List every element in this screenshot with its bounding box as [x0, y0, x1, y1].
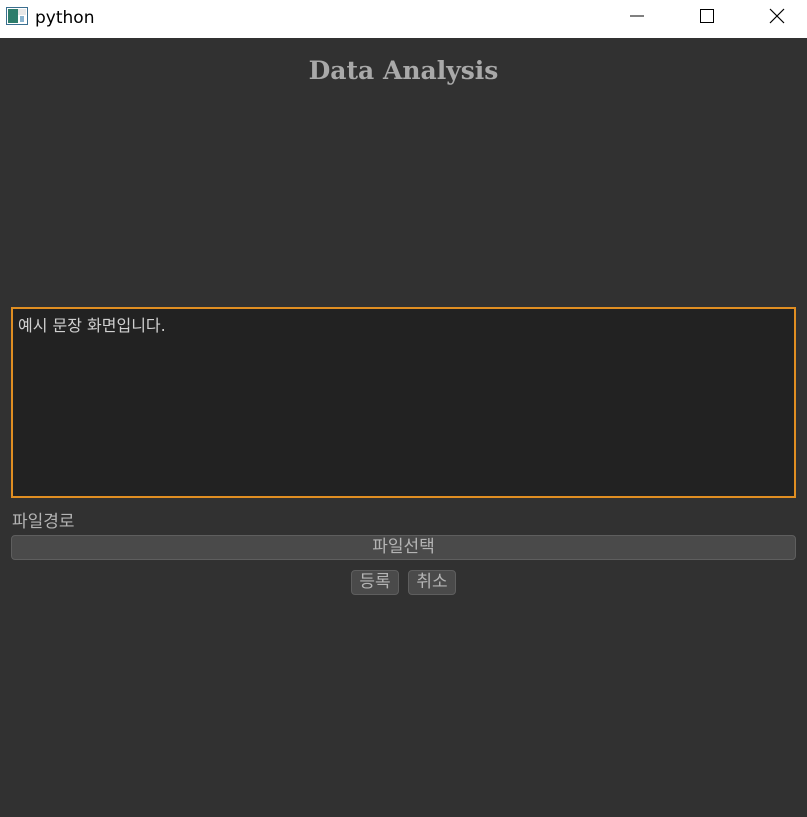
- window-title: python: [35, 8, 95, 28]
- main-window-content: Data Analysis 예시 문장 화면입니다. 파일경로 파일선택 등록 …: [0, 38, 807, 817]
- text-area[interactable]: 예시 문장 화면입니다.: [11, 307, 796, 498]
- text-area-value: 예시 문장 화면입니다.: [18, 316, 166, 335]
- register-button[interactable]: 등록: [351, 570, 399, 595]
- file-select-button[interactable]: 파일선택: [11, 535, 796, 560]
- python-app-icon: [6, 7, 28, 25]
- close-icon: [769, 8, 785, 24]
- page-title: Data Analysis: [308, 56, 499, 85]
- maximize-icon: [700, 9, 714, 23]
- file-path-label: 파일경로: [12, 512, 75, 532]
- cancel-button[interactable]: 취소: [408, 570, 456, 595]
- maximize-button[interactable]: [672, 0, 742, 32]
- close-button[interactable]: [742, 0, 807, 32]
- minimize-icon: [630, 15, 644, 17]
- minimize-button[interactable]: [602, 0, 672, 32]
- title-bar[interactable]: python: [0, 0, 807, 38]
